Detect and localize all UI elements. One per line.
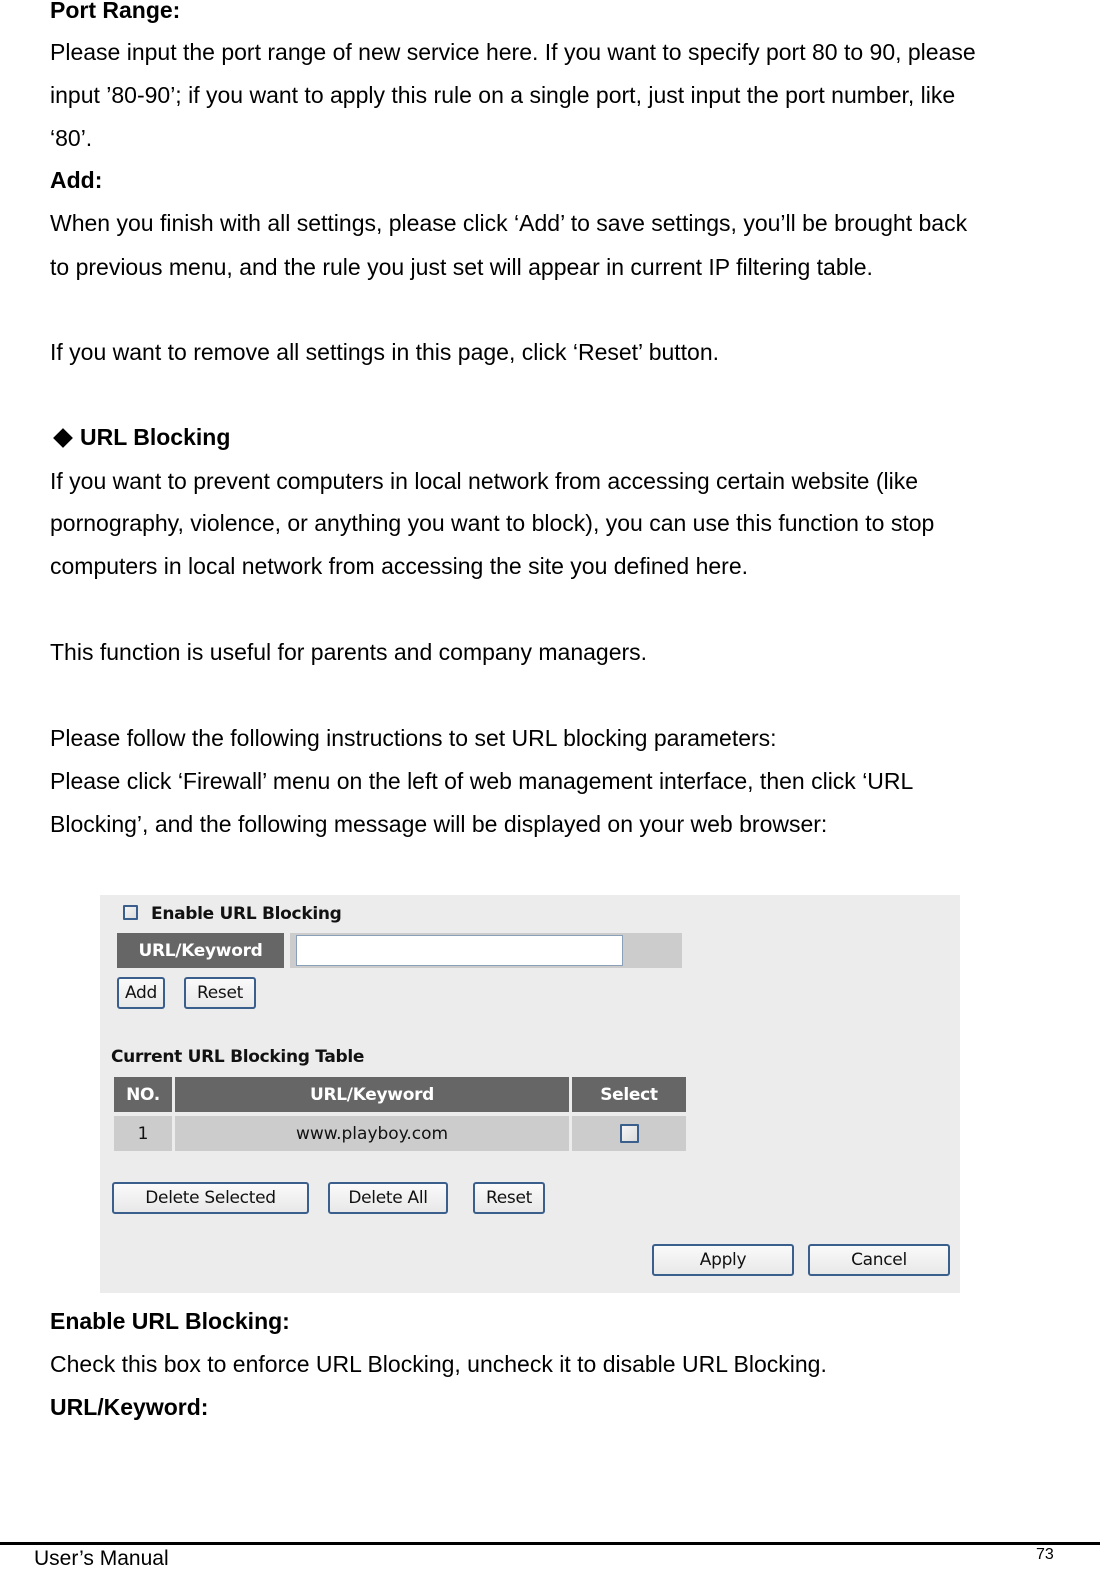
reset-button[interactable]: Reset: [184, 977, 256, 1009]
enable-url-blocking-title: Enable URL Blocking:: [50, 1308, 290, 1334]
instructions-line: Blocking’, and the following message wil…: [50, 811, 828, 837]
delete-all-button[interactable]: Delete All: [328, 1182, 448, 1214]
add-text-line: to previous menu, and the rule you just …: [50, 254, 873, 280]
add-text-line: When you finish with all settings, pleas…: [50, 210, 968, 236]
footer-manual-label: User’s Manual: [34, 1547, 169, 1570]
url-blocking-screenshot: Enable URL Blocking URL/Keyword Add Rese…: [100, 895, 960, 1293]
table-cell-no: 1: [114, 1116, 172, 1151]
url-blocking-intro-line: computers in local network from accessin…: [50, 553, 749, 579]
table-header-url-keyword: URL/Keyword: [175, 1077, 569, 1112]
url-blocking-intro-line: pornography, violence, or anything you w…: [50, 510, 935, 536]
url-keyword-label: URL/Keyword: [117, 933, 284, 968]
current-url-blocking-table-title: Current URL Blocking Table: [111, 1047, 365, 1067]
apply-button[interactable]: Apply: [652, 1244, 794, 1276]
port-range-text-line: Please input the port range of new servi…: [50, 39, 976, 65]
instructions-line: Please follow the following instructions…: [50, 725, 777, 751]
table-cell-select: [572, 1116, 686, 1151]
add-button[interactable]: Add: [117, 977, 165, 1009]
table-header-no: NO.: [114, 1077, 172, 1112]
enable-url-blocking-label: Enable URL Blocking: [151, 904, 342, 924]
add-title: Add:: [50, 167, 103, 193]
port-range-text-line: input ’80-90’; if you want to apply this…: [50, 82, 956, 108]
page-number: 73: [1036, 1546, 1054, 1563]
delete-selected-button[interactable]: Delete Selected: [112, 1182, 309, 1214]
row-select-checkbox[interactable]: [619, 1124, 639, 1143]
reset-note: If you want to remove all settings in th…: [50, 339, 720, 365]
url-keyword-input[interactable]: [296, 935, 623, 966]
url-blocking-intro-line: If you want to prevent computers in loca…: [50, 468, 918, 494]
table-reset-button[interactable]: Reset: [473, 1182, 545, 1214]
url-blocking-heading: URL Blocking: [52, 423, 230, 451]
enable-url-blocking-text: Check this box to enforce URL Blocking, …: [50, 1351, 827, 1377]
table-header-select: Select: [572, 1077, 686, 1112]
url-blocking-title: URL Blocking: [80, 424, 231, 450]
instructions-line: Please click ‘Firewall’ menu on the left…: [50, 768, 914, 794]
port-range-text-line: ‘80’.: [50, 125, 93, 151]
table-cell-url: www.playboy.com: [175, 1116, 569, 1151]
diamond-bullet-icon: [53, 428, 73, 448]
cancel-button[interactable]: Cancel: [808, 1244, 950, 1276]
footer-divider: [0, 1542, 1100, 1545]
url-keyword-title: URL/Keyword:: [50, 1394, 209, 1420]
port-range-title: Port Range:: [50, 0, 181, 23]
useful-note: This function is useful for parents and …: [50, 639, 648, 665]
enable-url-blocking-checkbox[interactable]: [123, 905, 138, 920]
